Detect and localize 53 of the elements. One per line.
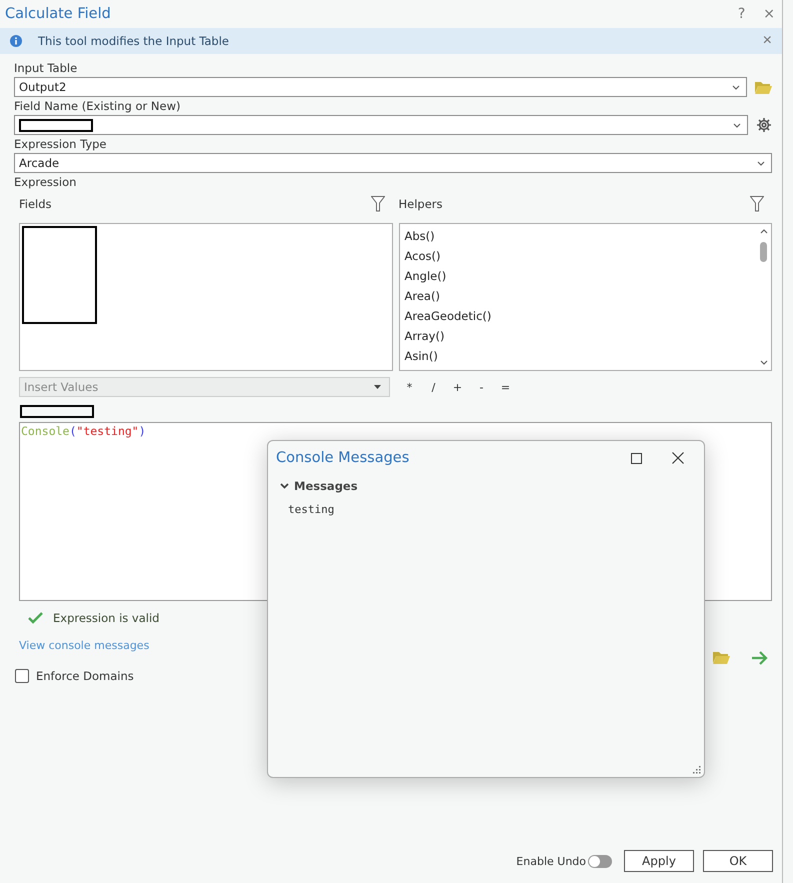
- filter-icon[interactable]: [750, 196, 764, 212]
- checkbox[interactable]: [15, 669, 29, 683]
- helper-item[interactable]: Area(): [404, 286, 751, 306]
- field-label: Expression Type: [14, 137, 108, 151]
- dismiss-button[interactable]: ×: [762, 32, 772, 50]
- filter-icon[interactable]: [370, 196, 384, 212]
- fields-label: Fields: [19, 197, 52, 211]
- operator-button[interactable]: *: [402, 380, 418, 394]
- chevron-up-icon[interactable]: [760, 229, 768, 234]
- field-label: Expression: [14, 175, 78, 189]
- helper-item[interactable]: Array(): [404, 326, 751, 346]
- arrow-right-icon[interactable]: [751, 651, 768, 665]
- chevron-down-icon[interactable]: [760, 360, 768, 365]
- dialog-button[interactable]: Apply: [624, 850, 694, 872]
- helper-item[interactable]: Abs(): [404, 226, 751, 246]
- field-label: Input Table: [14, 61, 78, 75]
- operator-button[interactable]: =: [498, 380, 514, 394]
- resize-grip-icon[interactable]: [692, 765, 701, 774]
- info-text: This tool modifies the Input Table: [38, 34, 230, 48]
- window-title: Calculate Field: [5, 6, 111, 22]
- popup-title: Console Messages: [276, 450, 410, 466]
- field-label: Field Name (Existing or New): [14, 99, 182, 113]
- info-icon: [10, 35, 22, 47]
- close-button[interactable]: ×: [761, 6, 777, 22]
- dialog-button[interactable]: OK: [703, 850, 773, 872]
- validation-message: Expression is valid: [53, 611, 160, 625]
- dropdown-arrow-icon: [374, 385, 380, 389]
- input-table-dropdown[interactable]: Output2: [14, 77, 747, 97]
- code-line: Console("testing"): [21, 424, 146, 438]
- console-message: testing: [288, 503, 334, 516]
- help-button[interactable]: ?: [736, 6, 748, 22]
- toggle-label: Enable Undo: [516, 854, 586, 868]
- field-name-dropdown[interactable]: [14, 115, 748, 135]
- chevron-icon: [280, 483, 289, 489]
- checkbox-label: Enforce Domains: [36, 669, 134, 683]
- chevron-down-icon: [757, 160, 765, 166]
- gear-icon[interactable]: [756, 117, 772, 133]
- maximize-icon[interactable]: [631, 452, 642, 464]
- helper-item[interactable]: Asin(): [404, 346, 751, 366]
- operator-button[interactable]: /: [426, 380, 442, 394]
- operator-button[interactable]: +: [450, 380, 466, 394]
- expression-type-dropdown[interactable]: Arcade: [14, 153, 772, 173]
- close-icon[interactable]: [672, 452, 684, 464]
- helper-item[interactable]: Angle(): [404, 266, 751, 286]
- helpers-label: Helpers: [398, 197, 443, 211]
- operator-button[interactable]: -: [474, 380, 490, 394]
- chevron-down-icon: [732, 84, 740, 90]
- messages-section-header[interactable]: Messages: [280, 479, 358, 493]
- toggle-switch[interactable]: [588, 854, 612, 868]
- chevron-down-icon: [733, 122, 741, 128]
- helper-item[interactable]: AreaGeodetic(): [404, 306, 751, 326]
- scrollbar-thumb[interactable]: [760, 242, 767, 262]
- helper-item[interactable]: Acos(): [404, 246, 751, 266]
